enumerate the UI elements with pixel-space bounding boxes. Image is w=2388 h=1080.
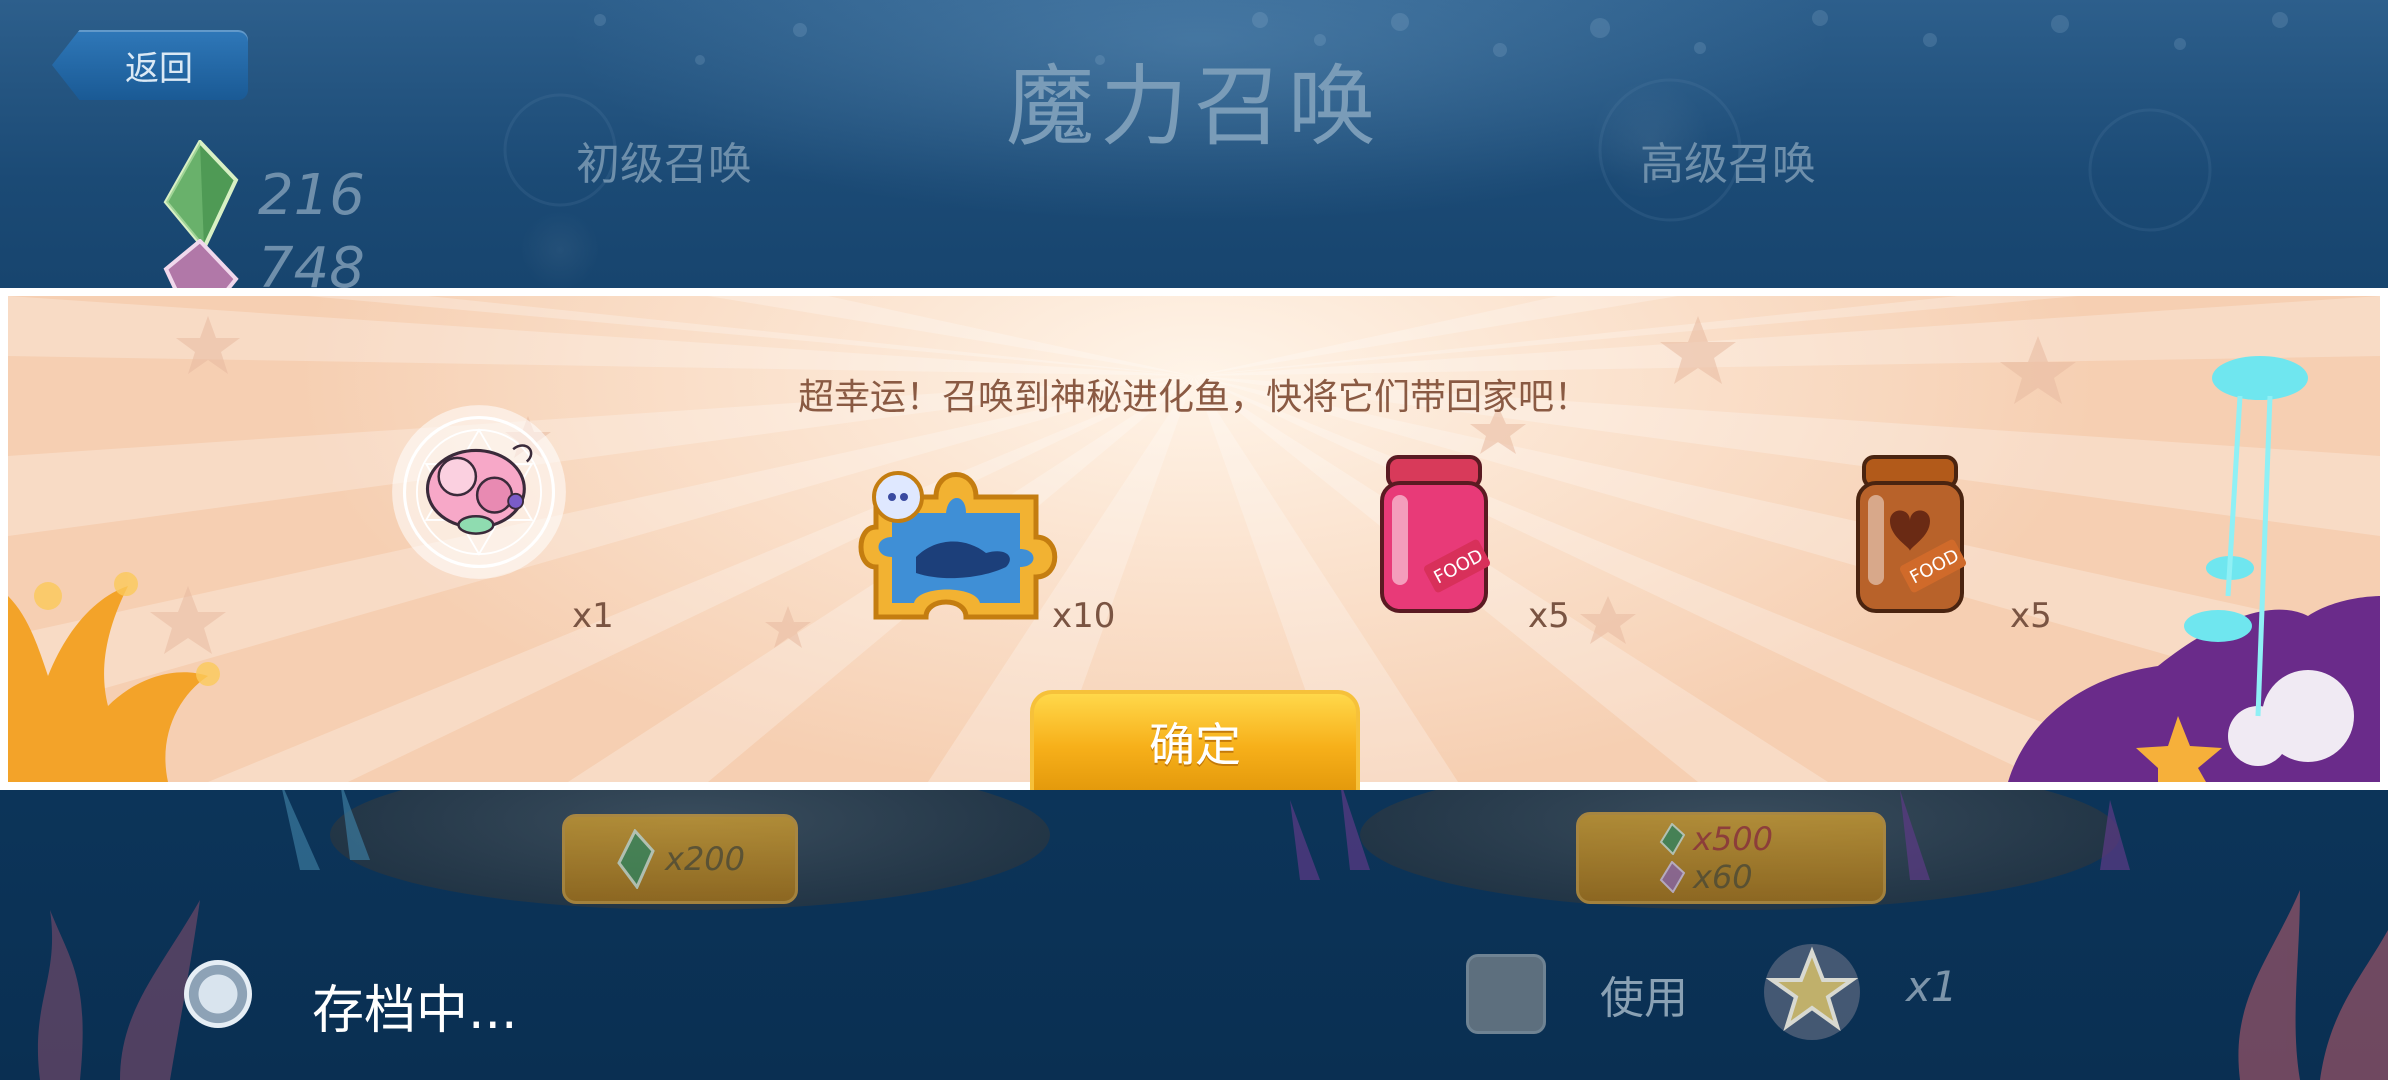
pink-food-jar-icon: FOOD xyxy=(1380,455,1491,613)
green-crystal-count: 216 xyxy=(258,162,365,228)
reward-qty-fish: x1 xyxy=(572,596,614,636)
item-quantity: x1 xyxy=(1906,962,1958,1011)
green-crystal-icon xyxy=(617,829,655,889)
reward-qty-pink-jar: x5 xyxy=(1528,596,1570,636)
green-crystal-icon xyxy=(163,140,239,250)
saving-status: 存档中... xyxy=(312,981,518,1041)
advanced-summon-button[interactable]: x500 x60 xyxy=(1576,812,1886,904)
tab-basic-summon[interactable]: 初级召唤 xyxy=(576,128,752,192)
settings-gear-icon[interactable] xyxy=(184,960,252,1028)
green-crystal-icon xyxy=(1659,823,1685,855)
confirm-button[interactable]: 确定 xyxy=(1030,690,1360,790)
purple-crystal-icon xyxy=(1659,861,1685,893)
brown-food-jar-icon: FOOD xyxy=(1856,455,1967,613)
fish-puzzle-piece-icon xyxy=(858,471,1058,620)
star-shell-item-icon xyxy=(1764,944,1860,1040)
advanced-summon-cost-purple: x60 xyxy=(1693,858,1753,896)
green-crystal-balance: 216 xyxy=(160,140,365,250)
basic-summon-button[interactable]: x200 xyxy=(562,814,798,904)
basic-summon-cost: x200 xyxy=(665,840,746,878)
use-item-checkbox[interactable] xyxy=(1466,954,1546,1034)
advanced-summon-cost-green: x500 xyxy=(1693,820,1774,858)
reward-qty-puzzle: x10 xyxy=(1052,596,1116,636)
reward-qty-brown-jar: x5 xyxy=(2010,596,2052,636)
tab-advanced-summon[interactable]: 高级召唤 xyxy=(1640,128,1816,192)
use-item-label: 使用 xyxy=(1600,973,1688,1024)
pink-fish-icon xyxy=(392,405,566,579)
